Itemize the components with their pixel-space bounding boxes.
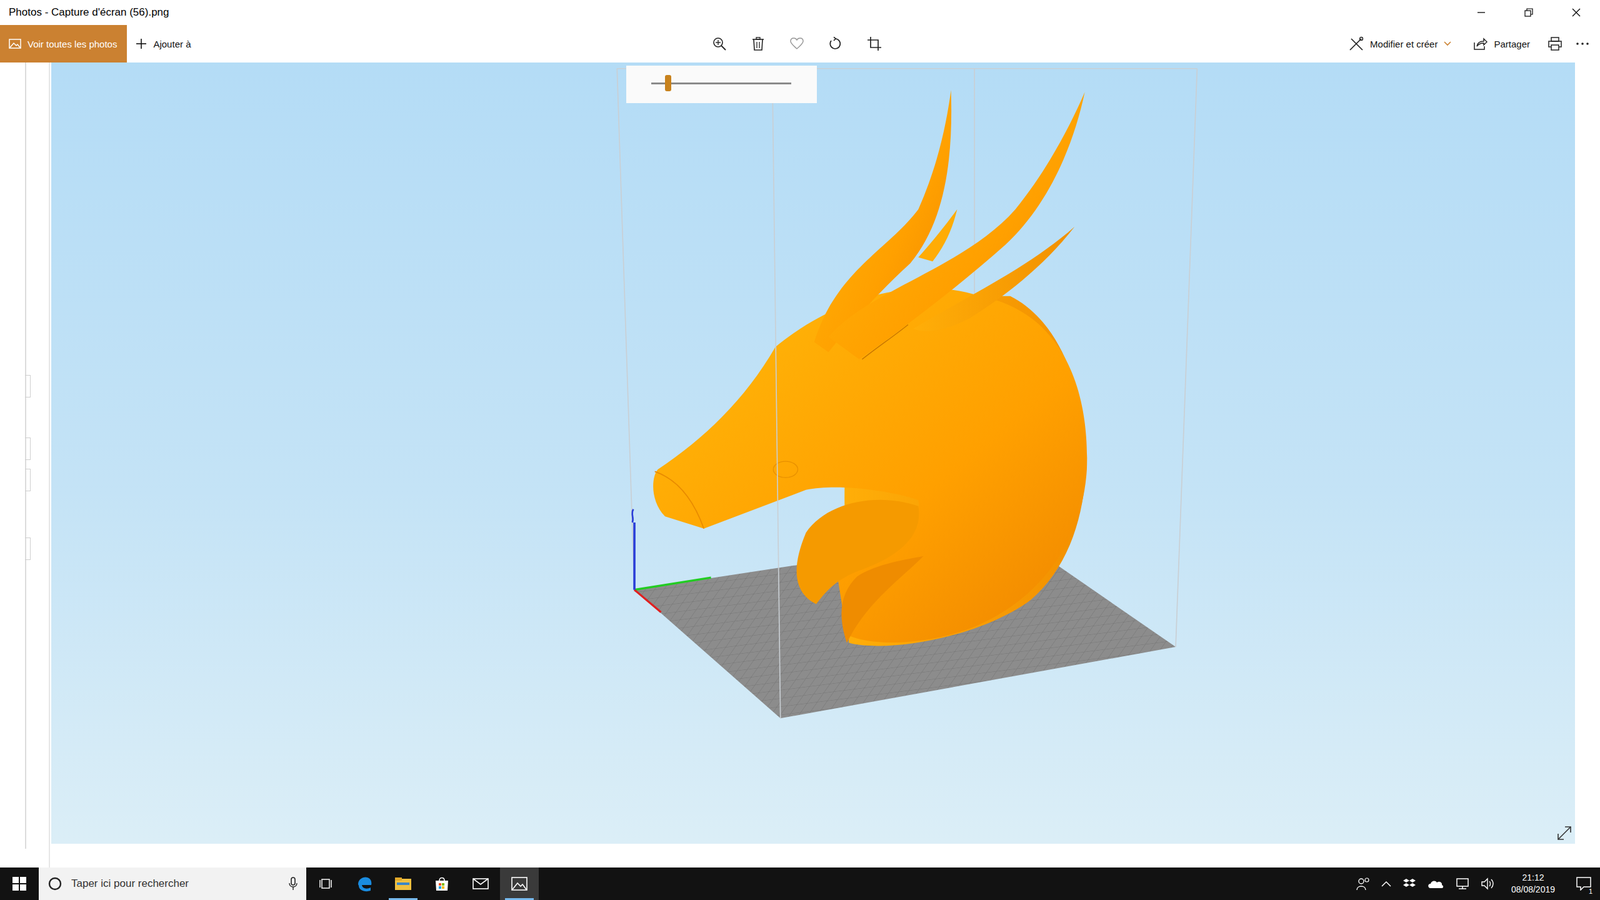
rotate-icon[interactable] [824, 31, 847, 57]
dragon-model[interactable] [653, 90, 1087, 646]
share-label: Partager [1493, 38, 1530, 50]
cortana-icon [47, 876, 63, 892]
minimize-icon[interactable] [1457, 0, 1505, 25]
title-bar: Photos - Capture d'écran (56).png [0, 0, 1600, 25]
people-icon[interactable] [1356, 876, 1370, 891]
file-explorer-icon[interactable] [383, 867, 423, 900]
show-hidden-icons-icon[interactable] [1381, 880, 1392, 887]
photo-area [0, 62, 1600, 868]
clock-time: 21:12 [1521, 871, 1544, 884]
microphone-icon[interactable] [288, 876, 298, 891]
edge-icon[interactable] [345, 867, 384, 900]
plus-icon [135, 38, 147, 50]
add-to-button[interactable]: Ajouter à [126, 31, 200, 57]
crop-icon[interactable] [863, 31, 886, 57]
mail-icon[interactable] [461, 867, 500, 900]
action-center-button[interactable]: 1 [1571, 867, 1597, 900]
layer-slider[interactable] [651, 82, 792, 85]
close-icon[interactable] [1552, 0, 1600, 25]
network-icon[interactable] [1455, 877, 1470, 890]
share-button[interactable]: Partager [1465, 31, 1539, 57]
slider-thumb[interactable] [665, 75, 672, 92]
more-icon[interactable] [1571, 31, 1594, 57]
filmstrip [0, 62, 52, 868]
clock[interactable]: 21:12 08/08/2019 [1506, 871, 1560, 896]
view-all-label: Voir toutes les photos [27, 38, 117, 50]
window-title: Photos - Capture d'écran (56).png [0, 6, 1458, 19]
heart-icon[interactable] [785, 31, 809, 57]
volume-icon[interactable] [1481, 877, 1495, 890]
fullscreen-icon[interactable] [1556, 825, 1573, 842]
layer-slider-panel [626, 65, 817, 104]
toolbar: Voir toutes les photos Ajouter à Modifie… [0, 25, 1600, 63]
search-box[interactable]: Taper ici pour rechercher [38, 867, 307, 900]
clock-date: 08/08/2019 [1511, 883, 1555, 896]
notification-count: 1 [1588, 887, 1593, 895]
zoom-icon[interactable] [708, 31, 731, 57]
add-to-label: Ajouter à [153, 38, 191, 50]
task-view-icon[interactable] [306, 867, 345, 900]
restore-icon[interactable] [1505, 0, 1553, 25]
dropbox-icon[interactable] [1402, 878, 1417, 890]
search-placeholder: Taper ici pour rechercher [71, 877, 280, 890]
edit-create-label: Modifier et créer [1370, 38, 1438, 50]
delete-icon[interactable] [746, 31, 770, 57]
print-icon[interactable] [1543, 31, 1567, 57]
store-icon[interactable] [422, 867, 462, 900]
edit-create-button[interactable]: Modifier et créer [1340, 31, 1460, 57]
share-icon [1473, 37, 1488, 50]
edit-icon [1348, 36, 1364, 52]
photos-icon [8, 38, 22, 49]
photo-viewer[interactable] [51, 62, 1575, 844]
taskbar: Taper ici pour rechercher 21:12 08/08/20… [0, 867, 1600, 900]
view-all-button[interactable]: Voir toutes les photos [0, 25, 127, 63]
onedrive-icon[interactable] [1427, 878, 1444, 889]
windows-start-icon[interactable] [0, 867, 39, 900]
photos-app-icon[interactable] [500, 867, 539, 900]
slicer-3d-view [51, 62, 1575, 844]
chevron-down-icon [1443, 41, 1452, 47]
